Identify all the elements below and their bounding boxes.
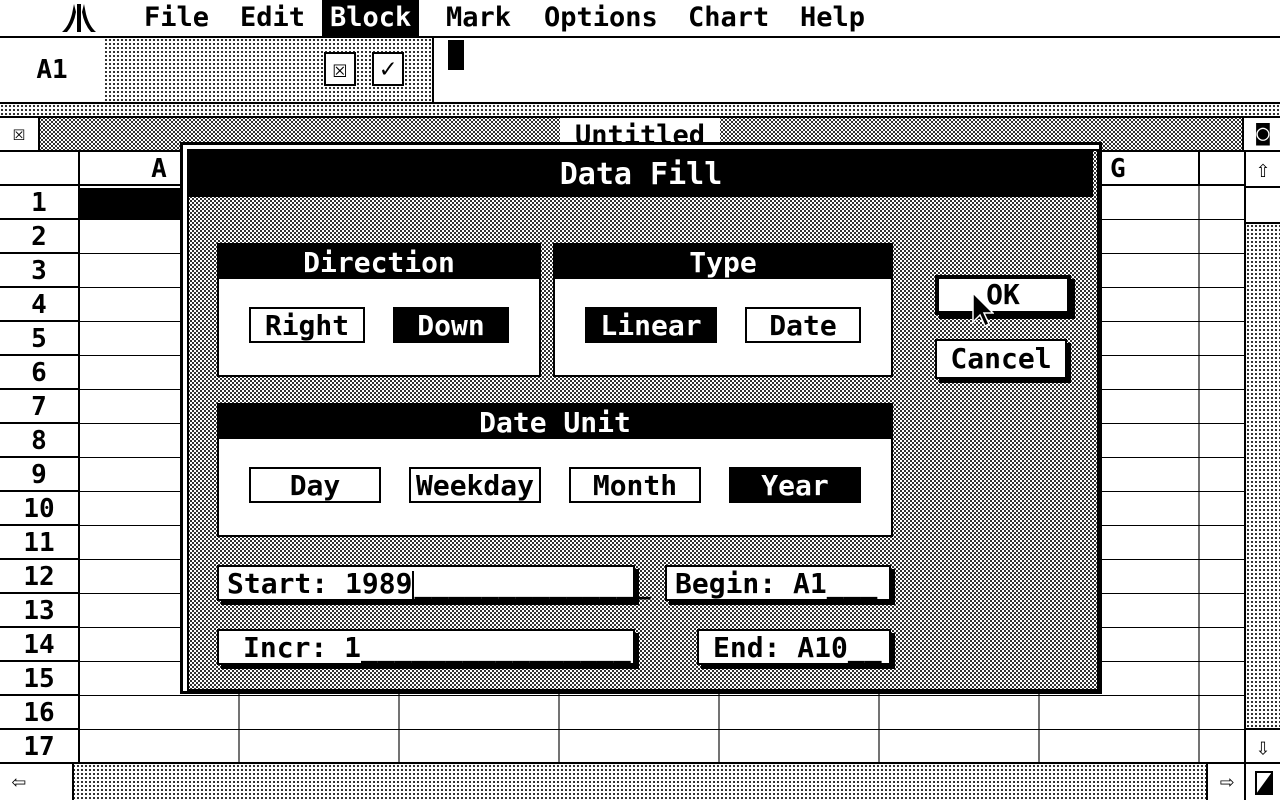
row-header[interactable]: 6 [0, 356, 80, 390]
edit-line: A1 ☒ ✓ [0, 38, 1280, 104]
scroll-right-icon[interactable]: ⇨ [1206, 764, 1246, 800]
row-header[interactable]: 13 [0, 594, 80, 628]
dialog-title: Data Fill [189, 151, 1093, 197]
incr-value: 1 [344, 631, 362, 664]
start-value: 1989 [345, 567, 413, 600]
date-unit-group-title: Date Unit [219, 405, 891, 439]
start-blanks: ______________ [414, 567, 651, 600]
menu-file[interactable]: File [138, 0, 215, 36]
type-linear-option[interactable]: Linear [585, 307, 717, 343]
scroll-down-icon[interactable]: ⇩ [1246, 728, 1280, 764]
mouse-pointer-icon [972, 292, 994, 328]
row-header[interactable]: 1 [0, 186, 80, 220]
menu-block[interactable]: Block [322, 0, 420, 36]
atari-logo-icon[interactable] [62, 4, 96, 32]
vertical-scroll-thumb[interactable] [1246, 188, 1280, 224]
row-header[interactable]: 11 [0, 526, 80, 560]
row-header[interactable]: 9 [0, 458, 80, 492]
dialog-body: Data Fill Direction Right Down Type Line… [187, 149, 1099, 691]
begin-field[interactable]: Begin: A1___ [665, 565, 891, 601]
desktop-strip [0, 104, 1280, 116]
horizontal-scrollbar[interactable]: ⇦ ⇨ [0, 762, 1280, 800]
row-header[interactable]: 17 [0, 730, 80, 762]
full-window-icon[interactable]: ◙ [1242, 118, 1280, 150]
row-header[interactable]: 3 [0, 254, 80, 288]
menu-mark[interactable]: Mark [440, 0, 517, 36]
begin-blanks: ___ [826, 567, 878, 600]
cancel-button[interactable]: Cancel [935, 339, 1067, 379]
menu-edit[interactable]: Edit [234, 0, 311, 36]
date-unit-month-option[interactable]: Month [569, 467, 701, 503]
confirm-entry-icon[interactable]: ✓ [372, 52, 404, 86]
vertical-scrollbar[interactable]: ⇧ ⇩ [1244, 152, 1280, 764]
direction-down-option[interactable]: Down [393, 307, 509, 343]
row-header[interactable]: 2 [0, 220, 80, 254]
row-header[interactable]: 7 [0, 390, 80, 424]
data-fill-dialog: Data Fill Direction Right Down Type Line… [180, 142, 1102, 694]
start-label: Start: [227, 567, 329, 600]
row-header[interactable]: 4 [0, 288, 80, 322]
incr-blanks: ________________ [361, 631, 631, 664]
cancel-entry-icon[interactable]: ☒ [324, 52, 356, 86]
row-header[interactable]: 8 [0, 424, 80, 458]
end-value: A10 [797, 631, 848, 664]
end-blanks: __ [847, 631, 882, 664]
column-header-next [1200, 152, 1244, 186]
edit-buttons-panel: ☒ ✓ [104, 38, 434, 102]
date-unit-weekday-option[interactable]: Weekday [409, 467, 541, 503]
menu-help[interactable]: Help [794, 0, 871, 36]
incr-field[interactable]: Incr: 1________________ [217, 629, 635, 665]
direction-group-title: Direction [219, 245, 539, 279]
menu-options[interactable]: Options [538, 0, 664, 36]
begin-value: A1 [793, 567, 827, 600]
date-unit-group: Date Unit Day Weekday Month Year [217, 403, 893, 537]
scroll-left-icon[interactable]: ⇦ [0, 764, 40, 800]
direction-group: Direction Right Down [217, 243, 541, 377]
direction-right-option[interactable]: Right [249, 307, 365, 343]
row-header[interactable]: 12 [0, 560, 80, 594]
row-header[interactable]: 15 [0, 662, 80, 696]
row-header[interactable]: 14 [0, 628, 80, 662]
type-date-option[interactable]: Date [745, 307, 861, 343]
menu-chart[interactable]: Chart [682, 0, 775, 36]
menu-bar: File Edit Block Mark Options Chart Help [0, 0, 1280, 38]
start-field[interactable]: Start: 1989______________ [217, 565, 650, 601]
close-window-icon[interactable]: ☒ [0, 118, 40, 150]
date-unit-year-option[interactable]: Year [729, 467, 861, 503]
resize-icon[interactable] [1244, 764, 1280, 800]
date-unit-day-option[interactable]: Day [249, 467, 381, 503]
cell-reference: A1 [0, 38, 106, 102]
horizontal-scroll-thumb[interactable] [38, 764, 74, 800]
row-header[interactable]: 10 [0, 492, 80, 526]
corner-cell [0, 152, 80, 186]
incr-label: Incr: [243, 631, 328, 664]
begin-label: Begin: [675, 567, 777, 600]
scroll-up-icon[interactable]: ⇧ [1246, 152, 1280, 188]
type-group-title: Type [555, 245, 891, 279]
selected-cell-a1[interactable] [80, 188, 180, 220]
end-label: End: [713, 631, 781, 664]
ok-button[interactable]: OK [935, 275, 1071, 315]
type-group: Type Linear Date [553, 243, 893, 377]
row-header[interactable]: 5 [0, 322, 80, 356]
row-header[interactable]: 16 [0, 696, 80, 730]
end-field[interactable]: End: A10__ [697, 629, 891, 665]
text-cursor[interactable] [448, 40, 464, 70]
